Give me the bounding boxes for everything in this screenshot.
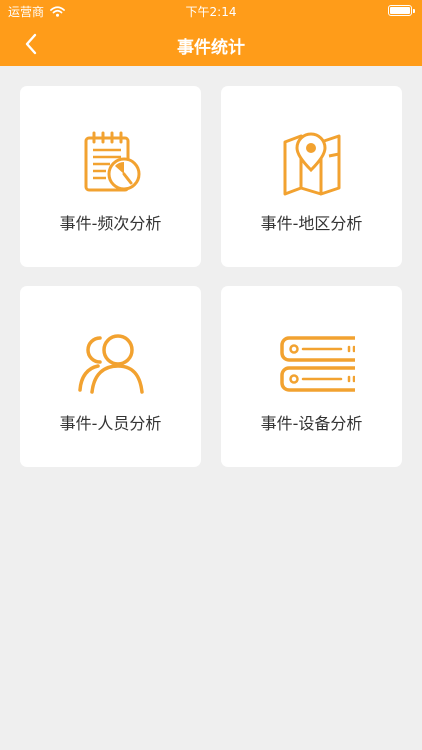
battery-icon <box>388 5 415 16</box>
card-frequency-analysis[interactable]: 事件-频次分析 <box>20 86 201 267</box>
battery-level <box>390 7 410 14</box>
card-region-analysis[interactable]: 事件-地区分析 <box>221 86 402 267</box>
server-icon <box>279 336 355 392</box>
nav-bar: 事件统计 <box>0 22 422 66</box>
card-label: 事件-人员分析 <box>59 414 162 433</box>
card-personnel-analysis[interactable]: 事件-人员分析 <box>20 286 201 467</box>
status-time: 下午2:14 <box>185 5 237 19</box>
card-label: 事件-设备分析 <box>260 414 363 433</box>
card-label: 事件-频次分析 <box>59 214 162 233</box>
top-bar: 运营商 下午2:14 事件统计 <box>0 0 422 66</box>
status-bar: 运营商 下午2:14 <box>0 0 422 22</box>
page-title: 事件统计 <box>177 38 245 58</box>
card-label: 事件-地区分析 <box>260 214 363 233</box>
map-pin-icon <box>283 132 340 196</box>
users-icon <box>77 334 144 394</box>
card-device-analysis[interactable]: 事件-设备分析 <box>221 286 402 467</box>
calendar-clock-icon <box>84 131 140 192</box>
